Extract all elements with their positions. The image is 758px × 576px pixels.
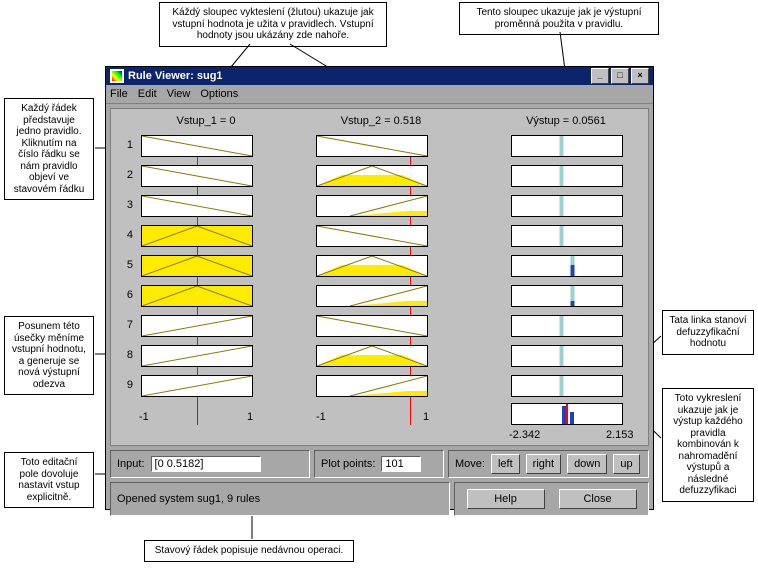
rule-number[interactable]: 2: [115, 169, 133, 181]
input-label: Input:: [117, 458, 145, 470]
rule-output-box: [511, 195, 623, 217]
rule-mf-box: [316, 165, 428, 187]
rule-number[interactable]: 3: [115, 199, 133, 211]
rule-mf-box: [141, 195, 253, 217]
buttons-panel: Help Close: [454, 482, 649, 516]
move-up-button[interactable]: up: [613, 454, 639, 474]
rule-viewer-window: Rule Viewer: sug1 _ □ × File Edit View O…: [105, 66, 654, 510]
rule-output-box: [511, 345, 623, 367]
app-icon: [110, 69, 124, 83]
status-bar: Opened system sug1, 9 rules: [110, 482, 450, 516]
rule-mf-box: [141, 255, 253, 277]
rule-output-box: [511, 315, 623, 337]
rule-output-box: [511, 135, 623, 157]
maximize-button[interactable]: □: [611, 68, 629, 84]
rule-output-box: [511, 225, 623, 247]
close-window-button[interactable]: ×: [631, 68, 649, 84]
status-text: Opened system sug1, 9 rules: [117, 493, 260, 505]
rule-output-box: [511, 375, 623, 397]
header-output: Výstup = 0.0561: [501, 115, 631, 127]
rule-mf-box: [141, 375, 253, 397]
rule-mf-box: [141, 135, 253, 157]
move-down-button[interactable]: down: [567, 454, 607, 474]
rule-mf-box: [316, 345, 428, 367]
move-label: Move:: [455, 458, 485, 470]
rule-mf-box: [141, 315, 253, 337]
menu-options[interactable]: Options: [200, 88, 238, 100]
axis-out-max: 2.153: [606, 429, 634, 441]
rule-mf-box: [141, 225, 253, 247]
menubar: File Edit View Options: [106, 85, 653, 104]
menu-file[interactable]: File: [110, 88, 128, 100]
rule-mf-box: [316, 315, 428, 337]
rule-number[interactable]: 9: [115, 379, 133, 391]
plotpoints-field[interactable]: [381, 456, 421, 472]
plot-area: Vstup_1 = 0 Vstup_2 = 0.518 Výstup = 0.0…: [110, 108, 649, 446]
rule-number[interactable]: 4: [115, 229, 133, 241]
rule-number[interactable]: 5: [115, 259, 133, 271]
rule-mf-box: [316, 255, 428, 277]
close-button[interactable]: Close: [559, 489, 637, 509]
help-button[interactable]: Help: [467, 489, 545, 509]
menu-edit[interactable]: Edit: [138, 88, 157, 100]
move-left-button[interactable]: left: [491, 454, 520, 474]
rule-mf-box: [316, 375, 428, 397]
rule-mf-box: [316, 285, 428, 307]
rule-number[interactable]: 6: [115, 289, 133, 301]
header-input2: Vstup_2 = 0.518: [316, 115, 446, 127]
axis-in1-min: -1: [139, 411, 149, 423]
input-panel: Input:: [110, 450, 310, 478]
titlebar[interactable]: Rule Viewer: sug1 _ □ ×: [106, 67, 653, 85]
rule-number[interactable]: 8: [115, 349, 133, 361]
output-aggregate: [511, 403, 623, 425]
rule-output-box: [511, 165, 623, 187]
rule-number[interactable]: 1: [115, 139, 133, 151]
move-panel: Move: left right down up: [448, 450, 649, 478]
rule-mf-box: [316, 195, 428, 217]
plotpoints-panel: Plot points:: [314, 450, 444, 478]
axis-out-min: -2.342: [509, 429, 540, 441]
rule-mf-box: [141, 165, 253, 187]
header-input1: Vstup_1 = 0: [141, 115, 271, 127]
rule-mf-box: [141, 345, 253, 367]
axis-in2-max: 1: [423, 411, 429, 423]
move-right-button[interactable]: right: [526, 454, 561, 474]
menu-view[interactable]: View: [167, 88, 191, 100]
minimize-button[interactable]: _: [591, 68, 609, 84]
rule-mf-box: [141, 285, 253, 307]
rule-output-box: [511, 285, 623, 307]
axis-in2-min: -1: [316, 411, 326, 423]
rule-number[interactable]: 7: [115, 319, 133, 331]
plotpoints-label: Plot points:: [321, 458, 375, 470]
input-field[interactable]: [151, 456, 261, 472]
rule-output-box: [511, 255, 623, 277]
rule-mf-box: [316, 135, 428, 157]
window-title: Rule Viewer: sug1: [128, 70, 223, 82]
rule-mf-box: [316, 225, 428, 247]
axis-in1-max: 1: [247, 411, 253, 423]
